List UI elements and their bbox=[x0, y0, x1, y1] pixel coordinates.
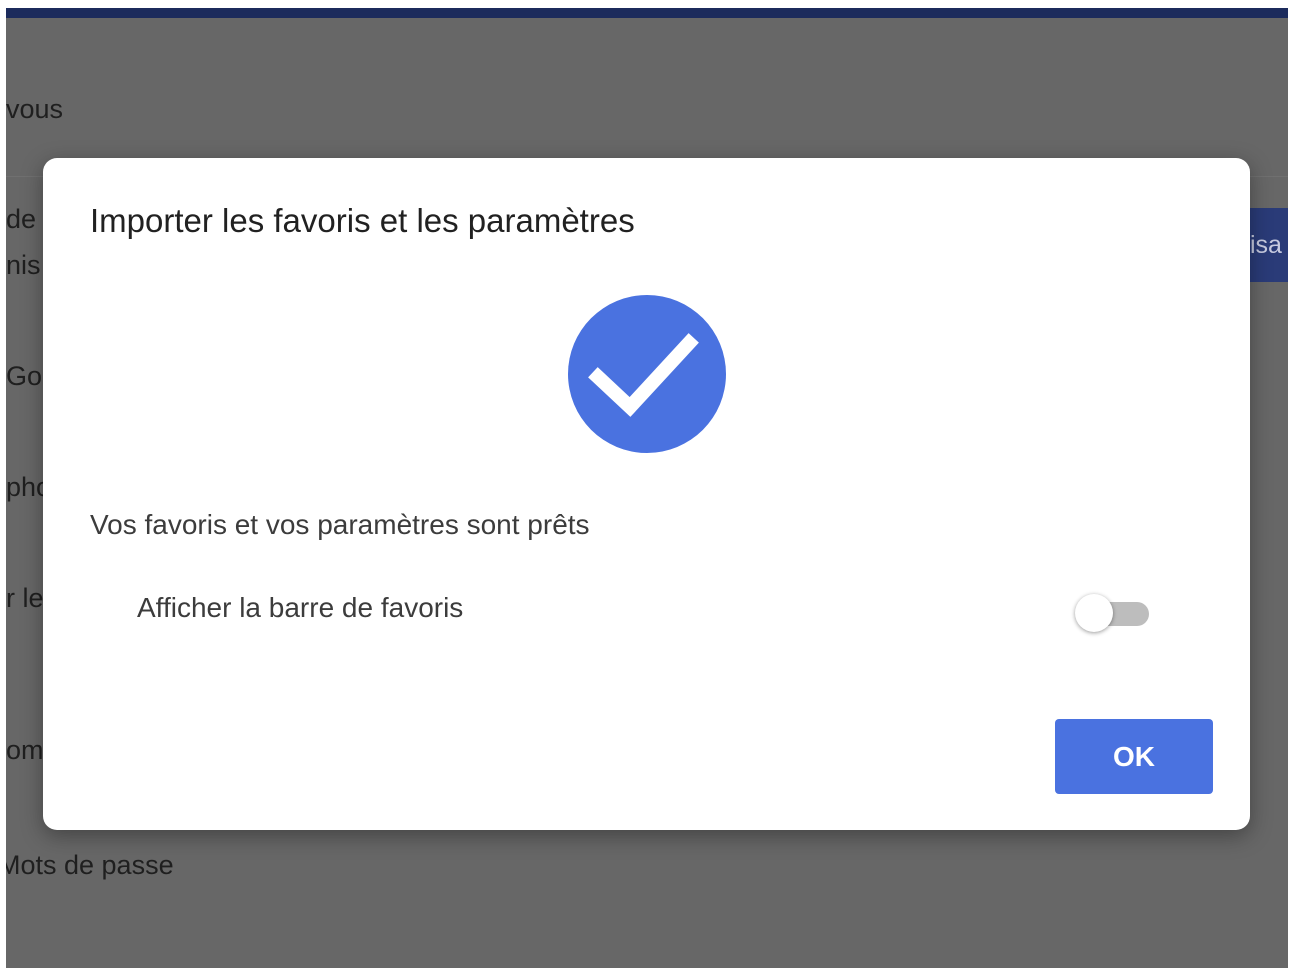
show-bookmarks-bar-toggle[interactable] bbox=[1075, 594, 1157, 634]
ok-button[interactable]: OK bbox=[1055, 719, 1213, 794]
background-row-text: Mots de passe bbox=[6, 850, 174, 880]
background-row-text: r le bbox=[6, 583, 44, 613]
background-row-text: Go bbox=[6, 361, 43, 391]
import-dialog: Importer les favoris et les paramètres V… bbox=[43, 158, 1250, 830]
background-row: Mots de passe bbox=[6, 850, 1288, 890]
background-row-text: de bbox=[6, 204, 37, 234]
status-message: Vos favoris et vos paramètres sont prêts bbox=[90, 509, 590, 540]
background-row-text: nis bbox=[6, 250, 41, 280]
toggle-knob bbox=[1075, 594, 1113, 632]
settings-page-background: vous de nis Go pho r le om Mots de passe… bbox=[6, 8, 1288, 968]
top-app-bar bbox=[6, 8, 1288, 18]
show-bookmarks-bar-label: Afficher la barre de favoris bbox=[137, 592, 464, 623]
background-row-text: om bbox=[6, 735, 44, 765]
background-row-text: vous bbox=[6, 94, 64, 124]
show-bookmarks-bar-setting: Afficher la barre de favoris bbox=[90, 578, 1160, 638]
check-circle-icon bbox=[568, 295, 726, 453]
dialog-title: Importer les favoris et les paramètres bbox=[90, 202, 635, 239]
